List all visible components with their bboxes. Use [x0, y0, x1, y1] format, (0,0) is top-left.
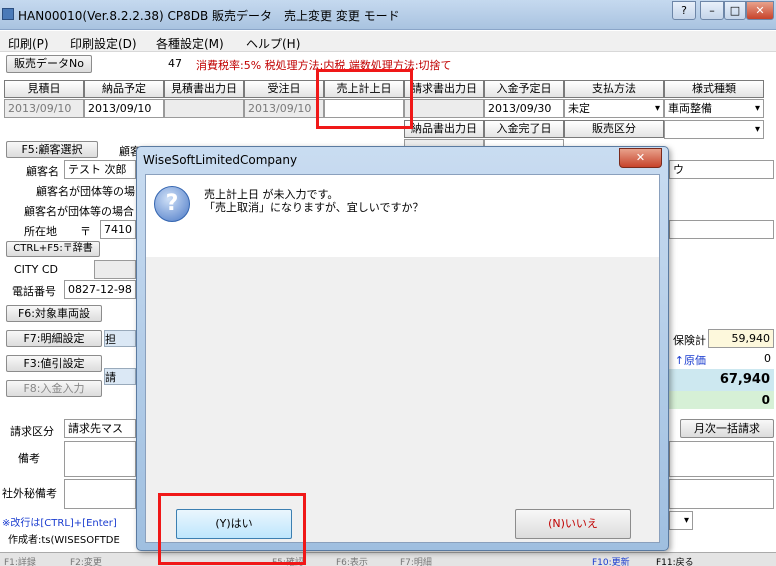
invoice-print-date-field[interactable]	[404, 99, 484, 118]
close-window-button[interactable]: ✕	[746, 1, 774, 20]
balance-value: 0	[669, 391, 774, 409]
header-delivery-plan: 納品予定	[84, 80, 164, 98]
no-button[interactable]: (N)いいえ	[515, 509, 631, 539]
cost-value: 0	[764, 352, 771, 365]
fkey-f1[interactable]: F1:詳録	[4, 555, 36, 566]
payment-plan-date-field[interactable]: 2013/09/30	[484, 99, 564, 118]
question-icon: ?	[154, 186, 190, 222]
city-cd-label: CITY CD	[14, 263, 59, 276]
maximize-button[interactable]: □	[724, 1, 746, 20]
discount-setting-button[interactable]: F3:値引設定	[6, 355, 102, 372]
header-payment-complete-date: 入金完了日	[484, 120, 564, 138]
dialog-close-button[interactable]: ✕	[619, 148, 662, 168]
highlight-box-yes	[158, 493, 306, 565]
minimize-button[interactable]: –	[700, 1, 724, 20]
creator-info: 作成者:ts(WISESOFTDE	[8, 535, 120, 546]
customer-name-label: 顧客名	[26, 165, 59, 178]
delivery-plan-field[interactable]: 2013/09/10	[84, 99, 164, 118]
window-title: HAN00010(Ver.8.2.2.38) CP8DB 販売データ 売上変更 …	[18, 9, 400, 23]
title-bar: HAN00010(Ver.8.2.2.38) CP8DB 販売データ 売上変更 …	[0, 0, 776, 30]
order-date-field[interactable]: 2013/09/10	[244, 99, 324, 118]
dialog-body: ? 売上計上日 が未入力です。 「売上取消」になりますが、宜しいですか？ (Y)…	[145, 174, 660, 543]
grand-total-value: 67,940	[669, 369, 774, 391]
dialog-message-line2: 「売上取消」になりますが、宜しいですか？	[204, 201, 424, 214]
header-estimate-date: 見積日	[4, 80, 84, 98]
menu-help[interactable]: ヘルプ(H)	[246, 35, 300, 52]
postal-code-field[interactable]: 7410	[100, 220, 136, 239]
internal-remarks-field[interactable]	[64, 479, 136, 509]
fkey-f10[interactable]: F10:更新	[592, 555, 630, 566]
header-sales-category: 販売区分	[564, 120, 664, 138]
form-type-select[interactable]: 車両整備	[664, 99, 764, 118]
menu-print[interactable]: 印刷(P)	[8, 35, 49, 52]
highlight-box-sales-date	[316, 69, 413, 129]
header-payment-plan-date: 入金予定日	[484, 80, 564, 98]
header-payment-method: 支払方法	[564, 80, 664, 98]
menu-print-settings[interactable]: 印刷設定(D)	[70, 35, 137, 52]
bottom-right-select[interactable]	[669, 511, 693, 530]
fkey-f11[interactable]: F11:戻る	[656, 555, 694, 566]
function-key-bar: F1:詳録 F2:変更 F5:確認 F6:表示 F7:明細 F10:更新 F11…	[0, 552, 776, 566]
billing-field[interactable]: 請求先マス	[64, 419, 136, 438]
estimate-date-field[interactable]: 2013/09/10	[4, 99, 84, 118]
phone-label: 電話番号	[12, 285, 56, 298]
detail-setting-button[interactable]: F7:明細設定	[6, 330, 102, 347]
menu-bar: 印刷(P) 印刷設定(D) 各種設定(M) ヘルプ(H)	[0, 31, 776, 52]
customer-name-field[interactable]: テスト 次郎	[64, 160, 136, 179]
estimate-print-date-field[interactable]	[164, 99, 244, 118]
menu-settings[interactable]: 各種設定(M)	[156, 35, 224, 52]
remarks-field[interactable]	[64, 441, 136, 477]
sales-category-select[interactable]	[664, 120, 764, 139]
group-name-label-2: 顧客名が団体等の場合	[24, 205, 134, 218]
help-window-button[interactable]: ?	[672, 1, 696, 20]
fkey-f7[interactable]: F7:明細	[400, 555, 432, 566]
payment-input-button[interactable]: F8:入金入力	[6, 380, 102, 397]
remarks-label: 備考	[18, 452, 40, 465]
postal-mark: 〒	[80, 225, 91, 238]
city-cd-field[interactable]	[94, 260, 136, 279]
partial-tab-2[interactable]: 請	[104, 368, 136, 385]
header-form-type: 様式種類	[664, 80, 764, 98]
address-right-field[interactable]	[669, 220, 774, 239]
header-delivery-note-date: 納品書出力日	[404, 120, 484, 138]
insurance-label: 保険計	[673, 334, 706, 347]
dialog-message-area: ? 売上計上日 が未入力です。 「売上取消」になりますが、宜しいですか？	[146, 175, 659, 257]
customer-select-button[interactable]: F5:顧客選択	[6, 141, 98, 158]
fkey-f2[interactable]: F2:変更	[70, 555, 102, 566]
confirm-dialog: WiseSoftLimitedCompany ✕ ? 売上計上日 が未入力です。…	[136, 146, 669, 551]
payment-method-select[interactable]: 未定	[564, 99, 664, 118]
customer-right-field[interactable]: ウ	[669, 160, 774, 179]
partial-tab-1[interactable]: 担	[104, 330, 136, 347]
cost-label: ↑原価	[674, 354, 706, 367]
internal-remarks-right-field[interactable]	[669, 479, 774, 509]
internal-remarks-label: 社外秘備考	[2, 487, 57, 500]
postal-dictionary-button[interactable]: CTRL+F5:〒辞書	[6, 241, 100, 257]
address-label: 所在地	[24, 225, 57, 238]
header-order-date: 受注日	[244, 80, 324, 98]
header-invoice-print-date: 請求書出力日	[404, 80, 484, 98]
app-icon	[2, 8, 14, 20]
vehicle-setting-button[interactable]: F6:対象車両設	[6, 305, 102, 322]
fkey-f6[interactable]: F6:表示	[336, 555, 368, 566]
phone-field[interactable]: 0827-12-98	[64, 280, 136, 299]
billing-label: 請求区分	[10, 425, 54, 438]
group-name-label-1: 顧客名が団体等の場	[36, 185, 135, 198]
newline-hint: ※改行は[CTRL]+[Enter]	[2, 518, 117, 529]
monthly-billing-button[interactable]: 月次一括請求	[680, 419, 774, 438]
insurance-total-value: 59,940	[708, 329, 774, 348]
sales-no-value: 47	[168, 57, 182, 70]
remarks-right-field[interactable]	[669, 441, 774, 477]
sales-no-button[interactable]: 販売データNo	[6, 55, 92, 73]
dialog-title: WiseSoftLimitedCompany	[143, 153, 298, 167]
header-estimate-print-date: 見積書出力日	[164, 80, 244, 98]
